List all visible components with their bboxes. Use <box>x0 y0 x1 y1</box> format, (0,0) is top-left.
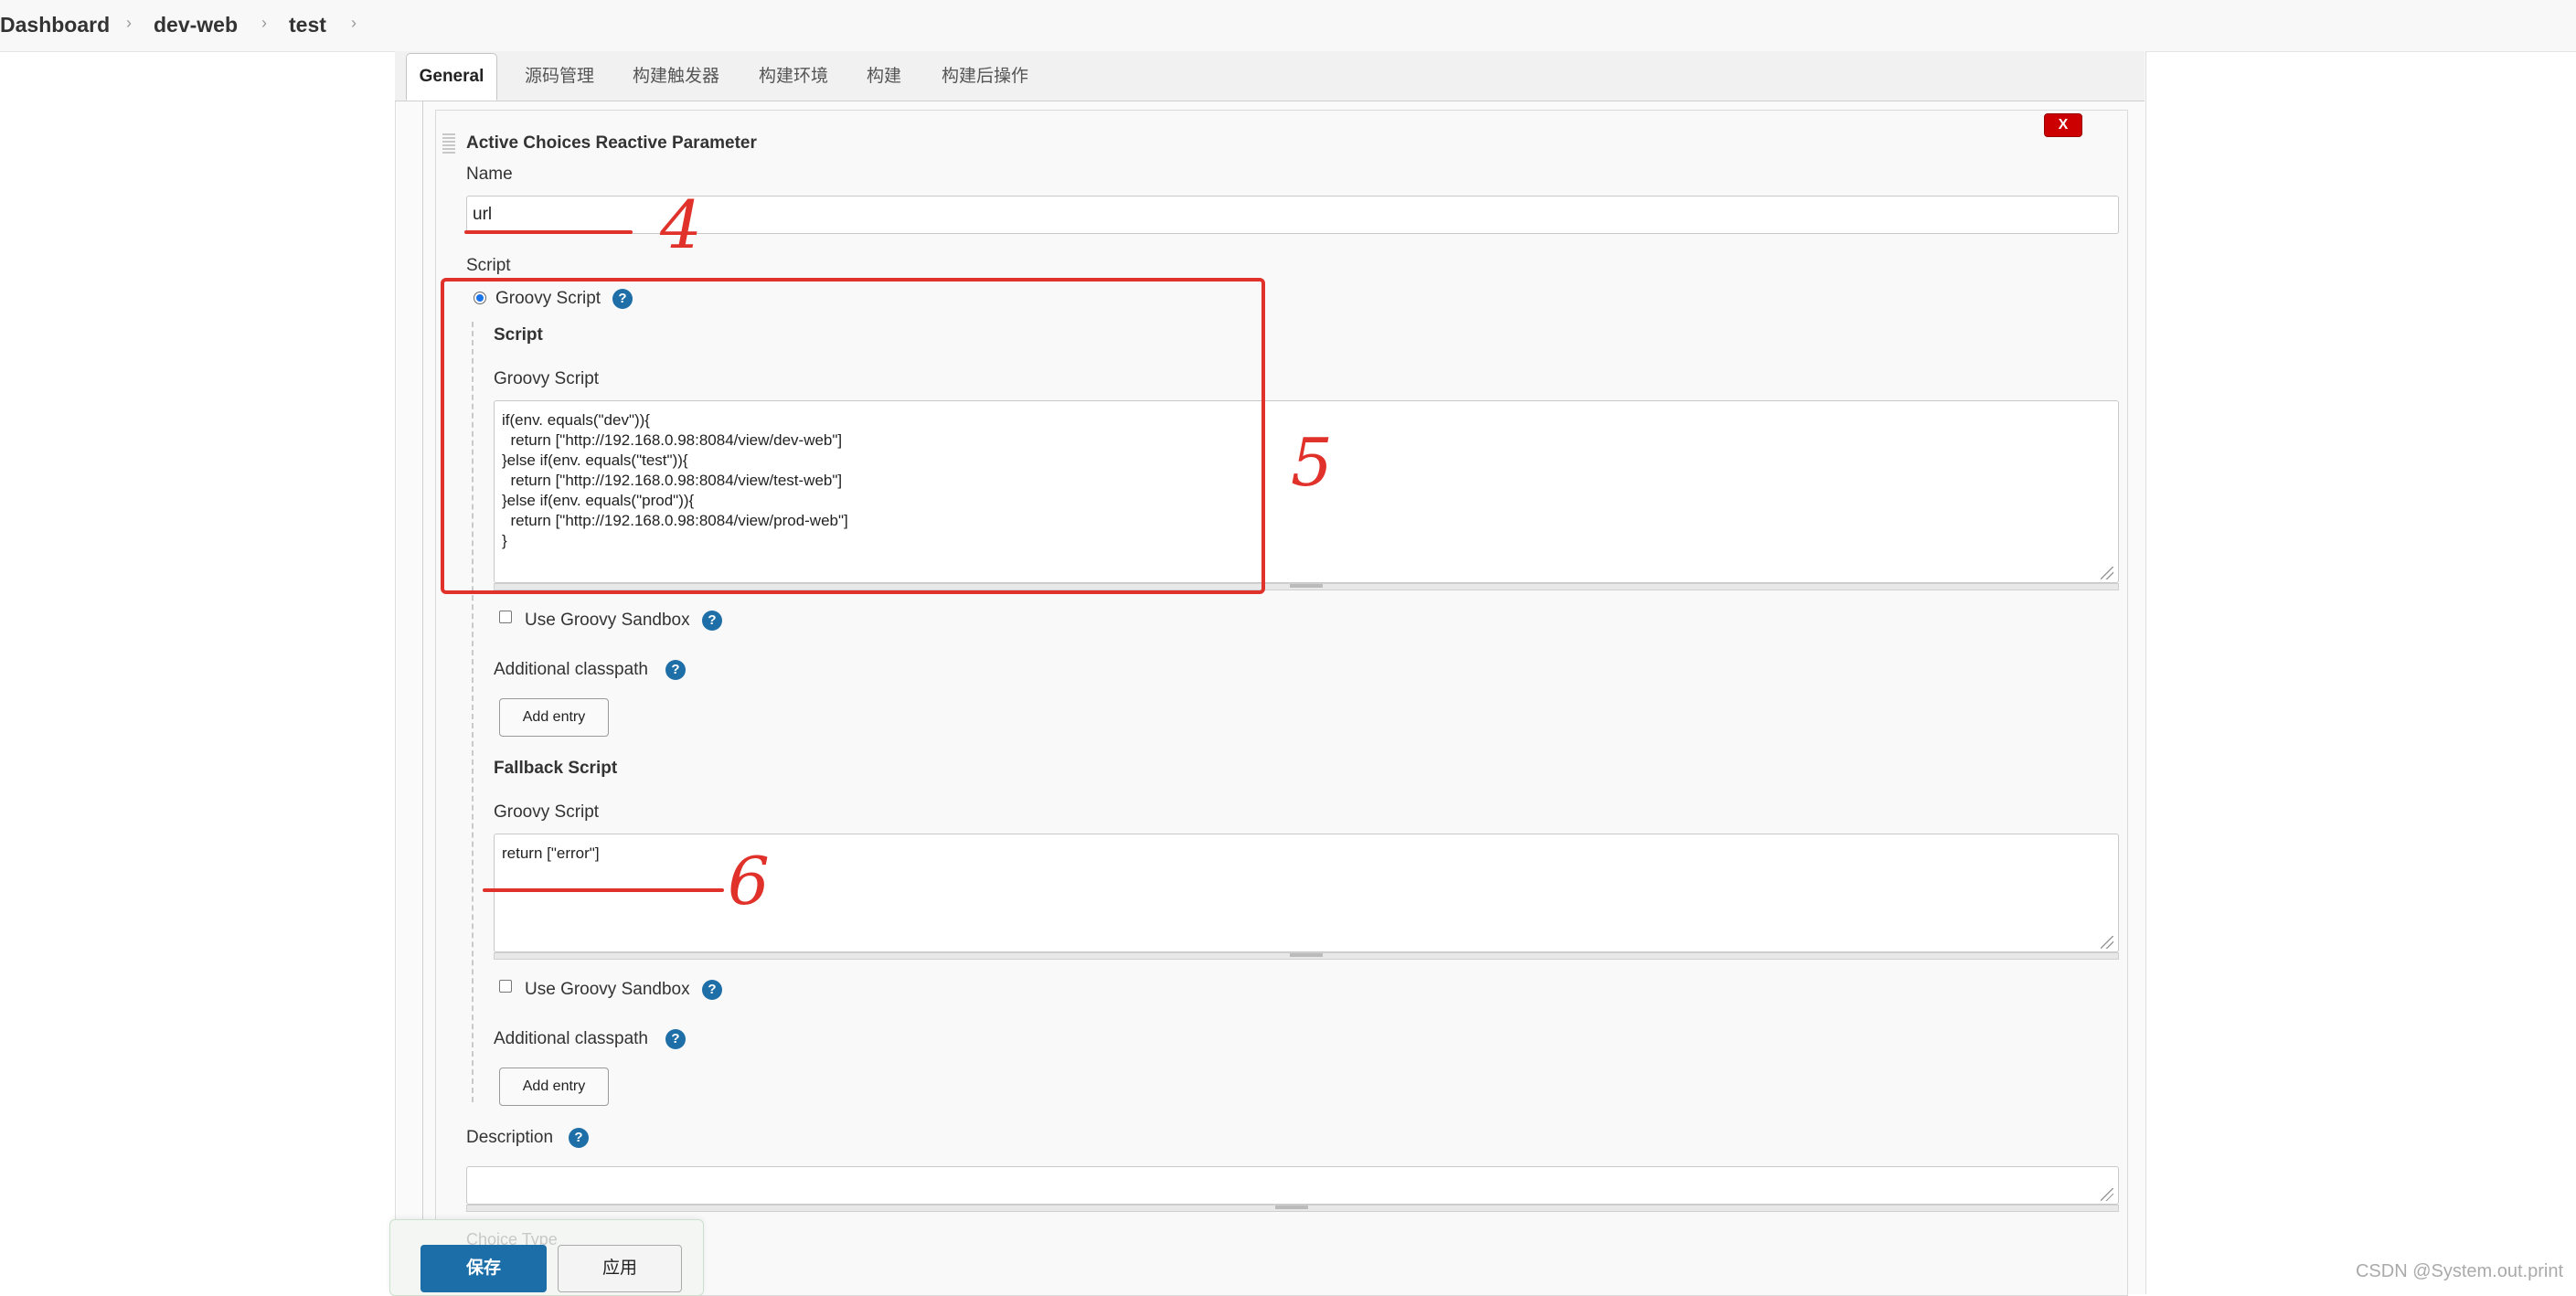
fallback-script-heading: Fallback Script <box>494 759 618 778</box>
annotation-underline <box>464 230 633 234</box>
help-icon[interactable]: ? <box>702 980 722 1000</box>
tab-build-environment[interactable]: 构建环境 <box>759 62 828 90</box>
tab-build-triggers[interactable]: 构建触发器 <box>633 62 719 90</box>
breadcrumb-dev-web[interactable]: dev-web <box>154 13 238 37</box>
annotation-number: 5 <box>1291 424 1333 501</box>
textarea-resize-bar[interactable] <box>494 952 2119 960</box>
annotation-box <box>441 278 1265 594</box>
resize-grip-icon[interactable] <box>2101 567 2113 579</box>
tab-post-build-actions[interactable]: 构建后操作 <box>942 62 1028 90</box>
breadcrumb-separator-icon: › <box>261 14 267 32</box>
breadcrumb-bar: Dashboard › dev-web › test › <box>0 0 2576 52</box>
fallback-use-groovy-sandbox-label: Use Groovy Sandbox <box>525 980 690 999</box>
resize-knob-icon <box>1290 953 1323 957</box>
section-divider <box>422 101 423 1294</box>
breadcrumb-separator-icon: › <box>351 14 357 32</box>
apply-button[interactable]: 应用 <box>558 1245 682 1292</box>
fallback-additional-classpath-label: Additional classpath <box>494 1029 648 1048</box>
use-groovy-sandbox-checkbox[interactable] <box>499 611 512 623</box>
name-input[interactable]: url <box>466 196 2119 234</box>
tab-general[interactable]: General <box>406 53 497 101</box>
breadcrumb-test[interactable]: test <box>289 13 326 37</box>
resize-knob-icon <box>1290 584 1323 588</box>
breadcrumb-separator-icon: › <box>126 14 132 32</box>
annotation-number: 4 <box>660 186 702 263</box>
watermark: CSDN @System.out.print <box>2355 1261 2563 1281</box>
help-icon[interactable]: ? <box>665 1029 686 1049</box>
help-icon[interactable]: ? <box>569 1128 589 1148</box>
annotation-underline <box>483 888 724 892</box>
breadcrumb-dashboard[interactable]: Dashboard <box>0 13 110 37</box>
help-icon[interactable]: ? <box>702 611 722 631</box>
fallback-use-groovy-sandbox-checkbox[interactable] <box>499 980 512 993</box>
use-groovy-sandbox-label: Use Groovy Sandbox <box>525 611 690 630</box>
script-label: Script <box>466 256 511 275</box>
add-entry-button[interactable]: Add entry <box>499 698 609 737</box>
save-button[interactable]: 保存 <box>420 1245 547 1292</box>
tab-source-control[interactable]: 源码管理 <box>525 62 594 90</box>
drag-handle-icon[interactable] <box>442 133 455 154</box>
tab-build[interactable]: 构建 <box>867 62 901 90</box>
description-textarea[interactable] <box>466 1166 2119 1205</box>
description-label: Description <box>466 1128 554 1147</box>
annotation-number: 6 <box>728 843 770 919</box>
resize-knob-icon <box>1275 1206 1308 1209</box>
help-icon[interactable]: ? <box>665 660 686 680</box>
resize-grip-icon[interactable] <box>2101 1188 2113 1201</box>
name-label: Name <box>466 165 513 184</box>
resize-grip-icon[interactable] <box>2101 936 2113 949</box>
fallback-groovy-script-label: Groovy Script <box>494 802 600 822</box>
fallback-add-entry-button[interactable]: Add entry <box>499 1068 609 1106</box>
additional-classpath-label: Additional classpath <box>494 660 648 679</box>
parameter-title: Active Choices Reactive Parameter <box>466 133 757 153</box>
textarea-resize-bar[interactable] <box>466 1205 2119 1212</box>
delete-parameter-button[interactable]: X <box>2044 113 2082 137</box>
